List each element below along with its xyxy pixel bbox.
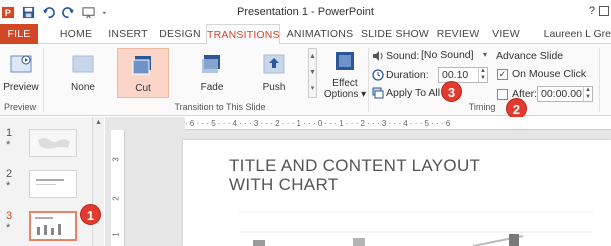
slide-star-2: *	[6, 180, 11, 192]
slide-thumbnails-pane: 1 * 2 * 3 *	[0, 117, 104, 246]
transition-push-label: Push	[262, 82, 286, 93]
preview-label: Preview	[3, 82, 39, 93]
on-mouse-click-checkbox[interactable]: ✓	[497, 69, 508, 80]
horizontal-ruler: · 6 · · · 5 · · · 4 · · · 3 · · · 2 · · …	[185, 117, 611, 130]
effect-options-label: Effect Options ▾	[322, 78, 368, 100]
slide-thumbnail-3[interactable]	[29, 211, 77, 241]
transition-push-icon	[263, 54, 285, 74]
tab-view[interactable]: VIEW	[486, 24, 526, 44]
apply-to-all-icon	[372, 87, 384, 99]
after-value: 00:00.00	[541, 88, 582, 100]
callout-badge-2: 2	[506, 98, 527, 119]
on-mouse-click-label: On Mouse Click	[512, 68, 587, 80]
sound-label: Sound:	[386, 50, 420, 62]
user-name[interactable]: Laureen L Gre	[544, 24, 611, 44]
world-map-icon	[30, 130, 76, 156]
slide-star-1: *	[6, 139, 11, 151]
chart-slide-icon	[35, 217, 61, 235]
sound-value: [No Sound]	[421, 49, 474, 61]
effect-options-line2: Options ▾	[323, 89, 367, 100]
thumbnails-scrollbar[interactable]: ▲	[92, 117, 104, 246]
ribbon-tabs: FILE HOME INSERT DESIGN TRANSITIONS ANIM…	[0, 24, 611, 45]
tab-design[interactable]: DESIGN	[154, 24, 206, 44]
preview-button[interactable]: Preview	[2, 48, 40, 98]
text-slide-icon	[36, 179, 64, 185]
callout-badge-1: 1	[80, 204, 101, 225]
transition-none-icon	[72, 55, 94, 73]
scroll-up-icon[interactable]: ▲	[95, 119, 102, 126]
slide-thumbnail-1[interactable]	[29, 129, 77, 157]
callout-badge-3: 3	[441, 81, 462, 102]
group-separator	[599, 48, 600, 112]
transition-fade[interactable]: Fade	[186, 48, 238, 98]
window-title: Presentation 1 - PowerPoint	[237, 6, 374, 18]
transition-cut-label: Cut	[135, 83, 151, 94]
gallery-more-icon[interactable]: ▾	[309, 81, 316, 97]
preview-icon	[10, 55, 32, 73]
duration-value: 00.10	[442, 69, 469, 81]
group-separator	[368, 48, 369, 112]
sound-dropdown-icon[interactable]: ▾	[483, 50, 487, 59]
vruler-mark-2: 2	[111, 196, 121, 201]
tab-insert[interactable]: INSERT	[104, 24, 152, 44]
slide-canvas[interactable]: TITLE AND CONTENT LAYOUT WITH CHART	[183, 140, 611, 246]
sound-dropdown[interactable]: [No Sound]	[418, 48, 490, 64]
tab-transitions[interactable]: TRANSITIONS	[206, 24, 280, 45]
vruler-mark-1: 1	[111, 232, 121, 237]
ribbon-display-options-icon[interactable]	[599, 6, 609, 16]
duration-input[interactable]: 00.10 ▲ ▼	[438, 67, 488, 83]
transition-gallery-scroll[interactable]: ▲ ▼ ▾	[308, 48, 317, 98]
gallery-up-icon[interactable]: ▲	[309, 49, 316, 65]
sound-icon	[373, 51, 383, 61]
group-separator	[43, 48, 44, 112]
transition-none[interactable]: None	[58, 48, 108, 98]
effect-options-button[interactable]: Effect Options ▾	[322, 48, 368, 100]
title-bar: P Presentation 1 - PowerPoint ?	[0, 0, 611, 24]
tab-review[interactable]: REVIEW	[432, 24, 484, 44]
slide-number-2: 2	[6, 168, 13, 180]
vertical-ruler: 3 2 1	[111, 130, 125, 246]
vruler-mark-3: 3	[111, 157, 121, 162]
after-input[interactable]: 00:00.00 ▲ ▼	[537, 86, 593, 102]
tab-slide-show[interactable]: SLIDE SHOW	[360, 24, 430, 44]
effect-options-line2-text: Options	[323, 89, 359, 100]
duration-clock-icon	[372, 69, 384, 81]
transition-fade-label: Fade	[200, 82, 224, 93]
transition-cut[interactable]: Cut	[117, 48, 169, 98]
slide-title[interactable]: TITLE AND CONTENT LAYOUT WITH CHART	[229, 156, 529, 194]
slide-title-line2: WITH CHART	[229, 175, 339, 194]
transition-fade-icon	[202, 55, 220, 73]
transition-none-label: None	[71, 82, 95, 93]
transition-push[interactable]: Push	[248, 48, 300, 98]
effect-options-icon	[336, 52, 354, 70]
slide-title-line1: TITLE AND CONTENT LAYOUT	[229, 156, 481, 175]
gallery-down-icon[interactable]: ▼	[309, 65, 316, 81]
tab-animations[interactable]: ANIMATIONS	[282, 24, 358, 44]
slide-number-1: 1	[6, 127, 13, 139]
tab-file[interactable]: FILE	[0, 24, 38, 44]
transition-group-label: Transition to This Slide	[174, 102, 266, 112]
advance-slide-label: Advance Slide	[496, 50, 564, 62]
effect-options-line1: Effect	[332, 78, 358, 89]
duration-label: Duration:	[386, 69, 429, 81]
timing-group-label: Timing	[468, 102, 496, 112]
slide-thumbnail-2[interactable]	[29, 170, 77, 198]
after-spinner[interactable]: ▲ ▼	[583, 87, 592, 101]
apply-to-all-button[interactable]: Apply To All	[386, 87, 440, 99]
transition-cut-icon	[132, 56, 151, 75]
after-checkbox[interactable]	[497, 89, 508, 100]
tab-home[interactable]: HOME	[52, 24, 100, 44]
help-button[interactable]: ?	[589, 5, 595, 17]
duration-spinner[interactable]: ▲ ▼	[478, 68, 487, 82]
slide-star-3: *	[6, 222, 11, 234]
chart-placeholder[interactable]	[223, 204, 603, 246]
preview-group-label: Preview	[3, 102, 36, 112]
slide-number-3: 3	[6, 210, 13, 222]
